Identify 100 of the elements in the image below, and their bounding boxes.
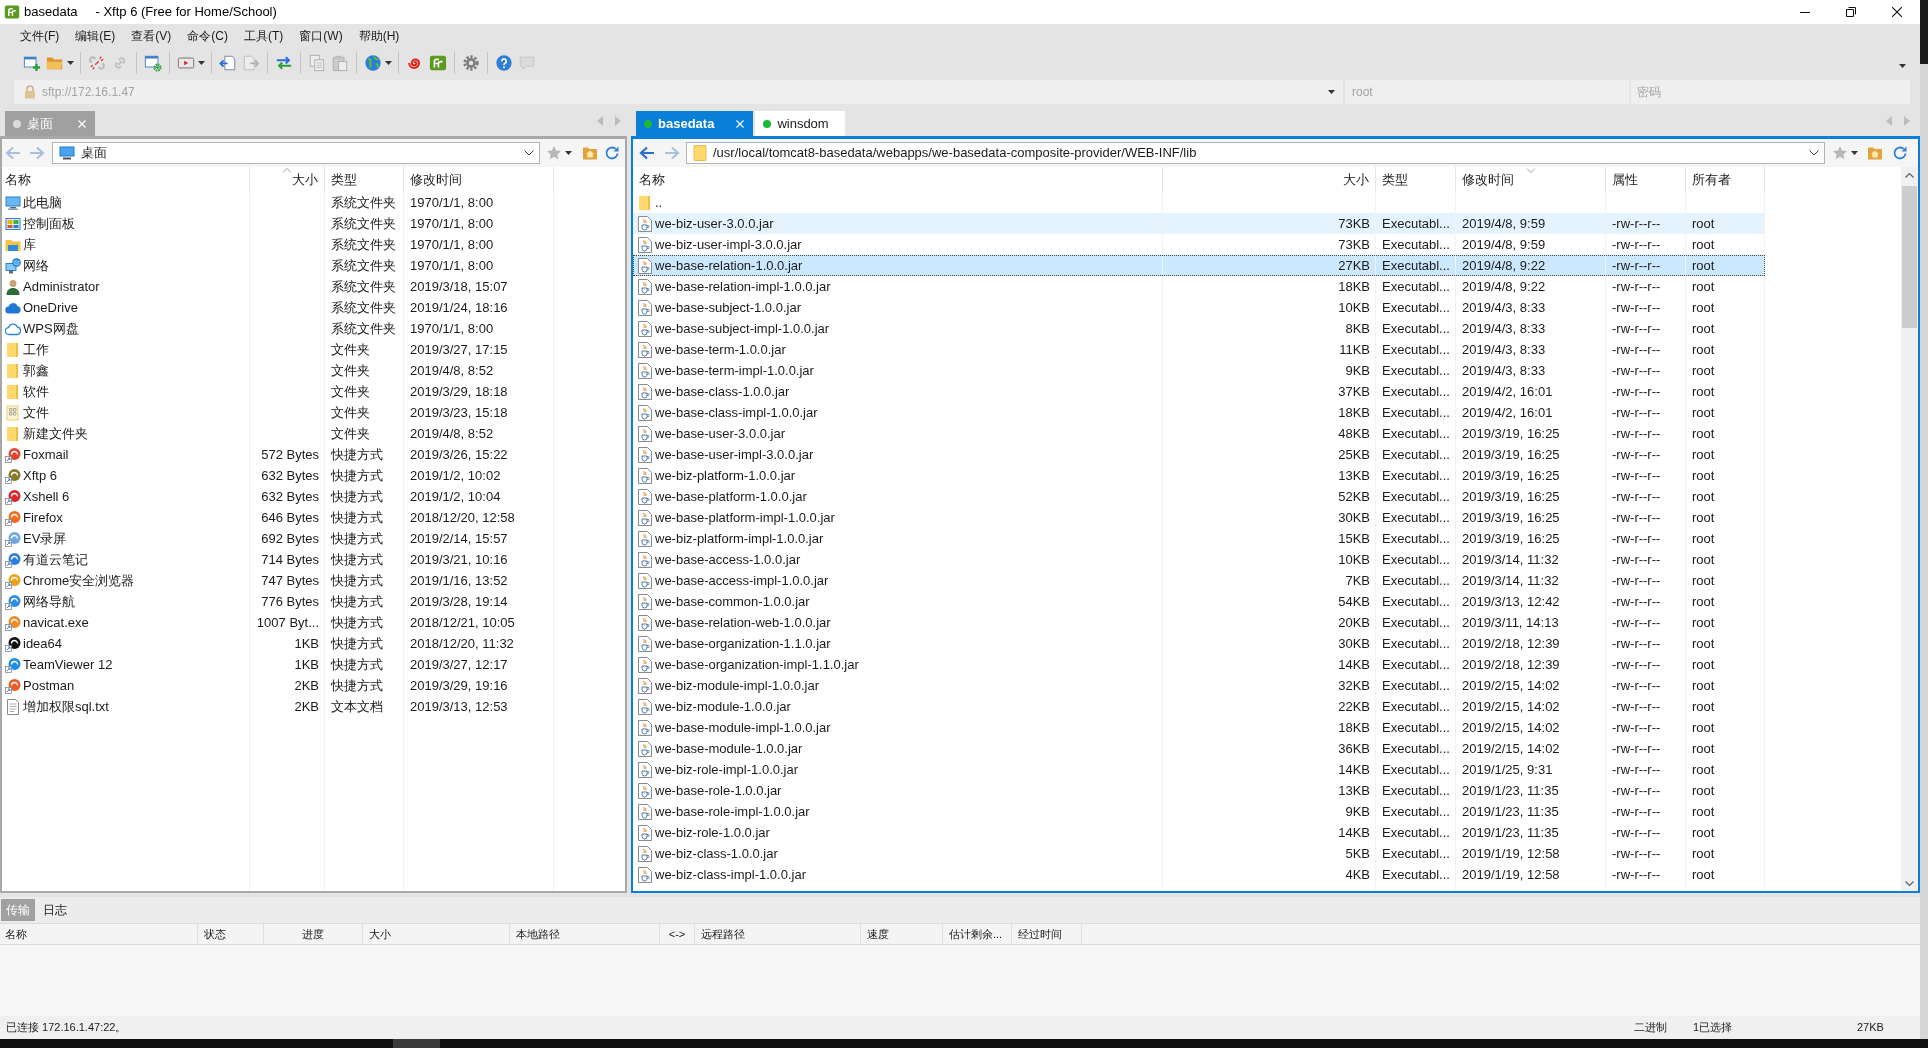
file-row[interactable]: 控制面板 系统文件夹 1970/1/1, 8:00 [2,213,554,234]
home-folder-icon[interactable] [1867,146,1883,160]
file-row[interactable]: we-base-term-impl-1.0.0.jar 9KB Executabl... 2019/4/3, 8:33 -rw-r--r-- root [633,360,1765,381]
window-plus-icon[interactable] [22,54,41,72]
file-row[interactable]: we-biz-platform-1.0.0.jar 13KB Executabl... 2019/3/19, 16:25 -rw-r--r-- root [633,465,1765,486]
file-row[interactable]: we-biz-role-impl-1.0.0.jar 14KB Executabl... 2019/1/25, 9:31 -rw-r--r-- root [633,759,1765,780]
file-row[interactable]: we-biz-role-1.0.0.jar 14KB Executabl... 2019/1/23, 11:35 -rw-r--r-- root [633,822,1765,843]
file-row[interactable]: Postman 2KB 快捷方式 2019/3/29, 19:16 [2,675,554,696]
file-row[interactable]: 有道云笔记 714 Bytes 快捷方式 2019/3/21, 10:16 [2,549,554,570]
window-gear-icon[interactable] [143,54,162,72]
menu-item[interactable]: 编辑(E) [67,25,124,47]
chevron-down-icon[interactable] [1809,150,1819,156]
file-row[interactable]: we-biz-user-3.0.0.jar 73KB Executabl... 2019/4/8, 9:59 -rw-r--r-- root [633,213,1765,234]
menu-item[interactable]: 查看(V) [123,25,180,47]
file-row[interactable]: we-base-access-impl-1.0.0.jar 7KB Executabl... 2019/3/14, 11:32 -rw-r--r-- root [633,570,1765,591]
file-row[interactable]: Xshell 6 632 Bytes 快捷方式 2019/1/2, 10:04 [2,486,554,507]
caret-icon[interactable] [565,151,572,155]
scrollbar[interactable] [1901,167,1918,891]
menu-item[interactable]: 帮助(H) [350,25,408,47]
column-header[interactable]: 修改时间 [404,167,554,192]
column-header[interactable]: 进度 [264,924,363,944]
chevron-down-icon[interactable] [524,150,534,156]
file-row[interactable]: we-base-subject-1.0.0.jar 10KB Executabl... 2019/4/3, 8:33 -rw-r--r-- root [633,297,1765,318]
column-header[interactable]: 估计剩余... [943,924,1012,944]
file-row[interactable]: we-base-organization-impl-1.1.0.jar 14KB Executabl... 2019/2/18, 12:39 -rw-r--r-- root [633,654,1765,675]
caret-icon[interactable] [1328,90,1335,94]
file-row[interactable]: we-biz-module-1.0.0.jar 22KB Executabl... 2019/2/15, 14:02 -rw-r--r-- root [633,696,1765,717]
column-header[interactable]: 所有者 [1686,167,1765,192]
broken-chain-icon[interactable] [87,54,106,72]
file-row[interactable]: we-biz-class-impl-1.0.0.jar 4KB Executabl... 2019/1/19, 12:58 -rw-r--r-- root [633,864,1765,885]
column-header[interactable]: 远程路径 [695,924,861,944]
scroll-thumb[interactable] [1902,186,1917,328]
column-header[interactable]: <-> [660,924,695,944]
menu-item[interactable]: 窗口(W) [291,25,351,47]
close-icon[interactable] [1892,7,1902,17]
column-header[interactable]: 类型 [325,167,404,192]
refresh-icon[interactable] [1892,145,1908,161]
file-row[interactable]: 郭鑫 文件夹 2019/4/8, 8:52 [2,360,554,381]
star-icon[interactable] [546,145,562,161]
column-header[interactable]: 修改时间 [1456,167,1606,192]
file-row[interactable]: 网络导航 776 Bytes 快捷方式 2019/3/28, 19:14 [2,591,554,612]
help-icon[interactable] [494,54,513,72]
column-header[interactable]: 大小 [363,924,510,944]
menu-item[interactable]: 命令(C) [179,25,236,47]
path-field[interactable]: /usr/local/tomcat8-basedata/webapps/we-basedata-composite-provider/WEB-INF/lib [686,142,1825,164]
file-row[interactable]: Chrome安全浏览器 747 Bytes 快捷方式 2019/1/16, 13:52 [2,570,554,591]
settings-icon[interactable] [461,54,480,72]
column-header[interactable]: 经过时间 [1012,924,1082,944]
file-row[interactable]: we-base-relation-web-1.0.0.jar 20KB Executabl... 2019/3/11, 14:13 -rw-r--r-- root [633,612,1765,633]
restore-icon[interactable] [1846,7,1856,17]
arrow-left-box-icon[interactable] [218,54,237,72]
file-row[interactable]: we-base-module-impl-1.0.0.jar 18KB Executabl... 2019/2/15, 14:02 -rw-r--r-- root [633,717,1765,738]
file-row[interactable]: 工作 文件夹 2019/3/27, 17:15 [2,339,554,360]
tab[interactable]: winsdom [755,111,846,136]
file-row[interactable]: we-base-class-impl-1.0.0.jar 18KB Executabl... 2019/4/2, 16:01 -rw-r--r-- root [633,402,1765,423]
file-row[interactable]: 增加权限sql.txt 2KB 文本文档 2019/3/13, 12:53 [2,696,554,717]
file-row[interactable]: 文件 文件夹 2019/3/23, 15:18 [2,402,554,423]
file-row[interactable]: idea64 1KB 快捷方式 2018/12/20, 11:32 [2,633,554,654]
file-row[interactable]: OneDrive 系统文件夹 2019/1/24, 18:16 [2,297,554,318]
app-logo-icon[interactable] [428,54,447,72]
file-row[interactable]: we-base-class-1.0.0.jar 37KB Executabl... 2019/4/2, 16:01 -rw-r--r-- root [633,381,1765,402]
home-folder-icon[interactable] [582,146,598,160]
file-row[interactable]: we-base-relation-impl-1.0.0.jar 18KB Executabl... 2019/4/8, 9:22 -rw-r--r-- root [633,276,1765,297]
file-row[interactable]: TeamViewer 12 1KB 快捷方式 2019/3/27, 12:17 [2,654,554,675]
caret-icon[interactable] [198,61,205,65]
file-row[interactable]: we-base-subject-impl-1.0.0.jar 8KB Executabl... 2019/4/3, 8:33 -rw-r--r-- root [633,318,1765,339]
file-row[interactable]: we-biz-class-1.0.0.jar 5KB Executabl... 2019/1/19, 12:58 -rw-r--r-- root [633,843,1765,864]
file-row[interactable]: we-biz-platform-impl-1.0.0.jar 15KB Executabl... 2019/3/19, 16:25 -rw-r--r-- root [633,528,1765,549]
file-row[interactable]: 网络 系统文件夹 1970/1/1, 8:00 [2,255,554,276]
tab[interactable]: basedata [636,111,754,136]
swap-arrows-icon[interactable] [274,54,293,72]
minimize-icon[interactable] [1800,11,1810,13]
tab[interactable]: 日志 [38,899,72,921]
file-row[interactable]: 库 系统文件夹 1970/1/1, 8:00 [2,234,554,255]
scroll-down-icon[interactable] [1905,881,1914,886]
file-row[interactable]: we-base-platform-1.0.0.jar 52KB Executabl... 2019/3/19, 16:25 -rw-r--r-- root [633,486,1765,507]
column-header[interactable]: 名称 [0,924,198,944]
column-header[interactable]: 大小 [1163,167,1376,192]
file-row[interactable]: Foxmail 572 Bytes 快捷方式 2019/3/26, 15:22 [2,444,554,465]
file-row[interactable]: we-base-role-1.0.0.jar 13KB Executabl... 2019/1/23, 11:35 -rw-r--r-- root [633,780,1765,801]
column-header[interactable]: 状态 [198,924,264,944]
file-row[interactable]: we-base-module-1.0.0.jar 36KB Executabl... 2019/2/15, 14:02 -rw-r--r-- root [633,738,1765,759]
file-row[interactable]: navicat.exe 1007 Byt... 快捷方式 2018/12/21, 10:05 [2,612,554,633]
file-row[interactable]: Firefox 646 Bytes 快捷方式 2018/12/20, 12:58 [2,507,554,528]
file-row[interactable]: 软件 文件夹 2019/3/29, 18:18 [2,381,554,402]
caret-icon[interactable] [1851,151,1858,155]
path-field[interactable]: 桌面 [52,142,540,164]
file-row[interactable]: we-base-user-3.0.0.jar 48KB Executabl... 2019/3/19, 16:25 -rw-r--r-- root [633,423,1765,444]
caret-icon[interactable] [1899,64,1906,68]
file-row[interactable]: WPS网盘 系统文件夹 1970/1/1, 8:00 [2,318,554,339]
column-header[interactable]: 速度 [861,924,943,944]
file-row[interactable]: 此电脑 系统文件夹 1970/1/1, 8:00 [2,192,554,213]
file-row[interactable]: we-base-access-1.0.0.jar 10KB Executabl... 2019/3/14, 11:32 -rw-r--r-- root [633,549,1765,570]
caret-icon[interactable] [385,61,392,65]
file-row[interactable]: Administrator 系统文件夹 2019/3/18, 15:07 [2,276,554,297]
file-row[interactable]: we-base-term-1.0.0.jar 11KB Executabl... 2019/4/3, 8:33 -rw-r--r-- root [633,339,1765,360]
menu-item[interactable]: 文件(F) [12,25,68,47]
file-row[interactable]: we-base-relation-1.0.0.jar 27KB Executabl... 2019/4/8, 9:22 -rw-r--r-- root [633,255,1765,276]
file-row[interactable]: Xftp 6 632 Bytes 快捷方式 2019/1/2, 10:02 [2,465,554,486]
column-header[interactable]: 类型 [1376,167,1456,192]
